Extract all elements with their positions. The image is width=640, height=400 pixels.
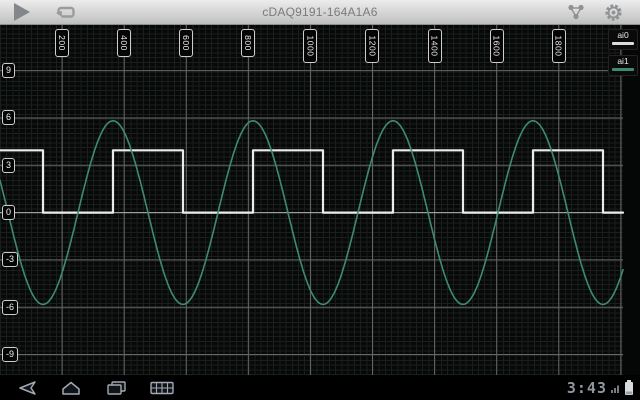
keyboard-button[interactable] — [142, 375, 182, 400]
waveform-ai0 — [0, 149, 625, 214]
system-bar: 3:43 — [0, 375, 640, 400]
signal-icon — [611, 385, 619, 393]
network-devices-icon — [568, 4, 584, 20]
loop-button[interactable] — [52, 0, 80, 24]
x-tick-label: 1200 — [365, 29, 380, 63]
legend-label: ai0 — [617, 30, 629, 40]
x-tick-label: 400 — [117, 29, 132, 58]
loop-icon — [55, 6, 75, 18]
y-tick-label: -9 — [2, 347, 19, 362]
back-icon — [19, 380, 36, 395]
network-devices-button[interactable] — [563, 0, 589, 24]
legend-chip-ai0[interactable]: ai0 — [608, 29, 638, 50]
x-tick-label: 1000 — [303, 29, 318, 63]
x-tick-label: 800 — [241, 29, 256, 58]
x-tick-label: 200 — [55, 29, 70, 58]
x-tick-label: 600 — [179, 29, 194, 58]
y-tick-label: 9 — [2, 63, 16, 79]
play-icon — [14, 3, 30, 21]
back-button[interactable] — [7, 375, 45, 400]
y-tick-label: -6 — [2, 299, 19, 315]
x-tick-label: 1400 — [427, 29, 442, 63]
play-button[interactable] — [8, 0, 36, 24]
legend-label: ai1 — [617, 56, 629, 66]
settings-gear-icon — [604, 3, 622, 21]
legend-chip-ai1[interactable]: ai1 — [608, 55, 638, 76]
x-tick-label: 1800 — [551, 29, 566, 63]
legend-color-bar — [612, 68, 634, 71]
waveform-canvas — [0, 24, 625, 375]
action-bar: cDAQ9191-164A1A6 — [0, 0, 640, 25]
clock[interactable]: 3:43 — [567, 379, 607, 397]
y-tick-label: -3 — [2, 252, 19, 268]
settings-button[interactable] — [600, 0, 626, 24]
y-tick-label: 6 — [2, 110, 16, 126]
y-tick-label: 3 — [2, 157, 16, 173]
graph-area: 200 400 600 800 1000 1200 1400 1600 1800 9 6 3 0 -3 -… — [0, 24, 640, 375]
status-cluster[interactable]: 3:43 — [567, 375, 634, 400]
window-title: cDAQ9191-164A1A6 — [262, 5, 378, 19]
home-button[interactable] — [52, 375, 90, 400]
keyboard-icon — [150, 381, 174, 394]
recent-apps-button[interactable] — [97, 375, 135, 400]
legend-color-bar — [612, 42, 634, 45]
battery-icon — [625, 380, 633, 395]
home-icon — [62, 381, 80, 395]
x-tick-label: 1600 — [489, 29, 504, 63]
recent-apps-icon — [107, 380, 126, 395]
y-tick-label: 0 — [2, 205, 16, 221]
tablet-screen: cDAQ9191-164A1A6 200 400 600 800 1000 1200 140… — [0, 0, 640, 400]
